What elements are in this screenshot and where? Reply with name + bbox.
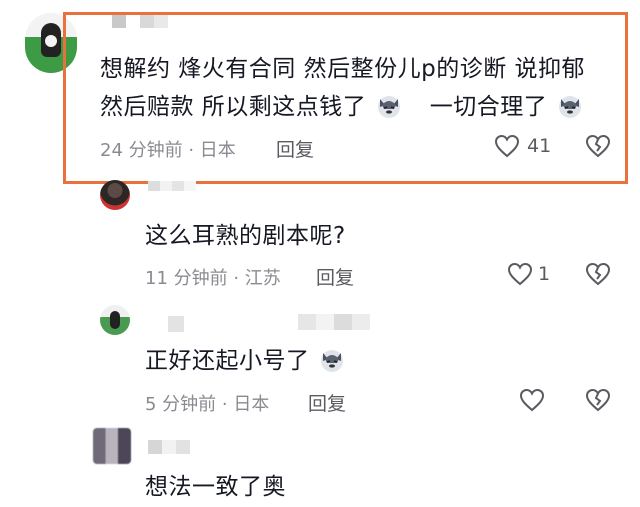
like-count: 41 [527, 135, 552, 157]
reply-button[interactable]: 回复 [276, 135, 314, 162]
comment-text-line-2: 然后赔款 所以剩这点钱了 一切合理了 [100, 92, 585, 122]
like-count: 1 [538, 263, 551, 285]
broken-heart-icon[interactable] [585, 134, 611, 158]
comment-timestamp: 5 分钟前 · 日本 [145, 394, 270, 415]
username-mosaic [148, 181, 196, 191]
avatar-dog-figure [110, 311, 120, 329]
comment-text: 正好还起小号了 [145, 348, 310, 374]
avatar[interactable] [100, 180, 130, 210]
comment-text-segment: 一切合理了 [429, 94, 548, 120]
avatar[interactable] [93, 428, 131, 464]
comment-text: 这么耳熟的剧本呢? [145, 223, 346, 249]
avatar[interactable] [100, 305, 130, 335]
comment-timestamp: 24 分钟前 · 日本 [100, 140, 236, 161]
comment-text-line: 正好还起小号了 [145, 346, 347, 376]
avatar-dog-face [45, 35, 57, 47]
comment-timestamp: 11 分钟前 · 江苏 [145, 268, 281, 289]
username-mosaic [298, 314, 370, 330]
comment-text: 想法一致了奥 [145, 474, 286, 500]
broken-heart-icon[interactable] [585, 388, 611, 412]
broken-heart-icon[interactable] [585, 262, 611, 286]
husky-emoji-icon [321, 350, 344, 372]
reply-button[interactable]: 回复 [308, 389, 346, 416]
comment-text-line-1: 想解约 烽火有合同 然后整份儿p的诊断 说抑郁 [100, 56, 586, 82]
heart-outline-icon[interactable] [519, 388, 545, 412]
husky-emoji-icon [559, 96, 582, 118]
username-mosaic [168, 316, 184, 332]
husky-emoji-icon [378, 96, 401, 118]
heart-outline-icon[interactable] [507, 262, 533, 286]
comment-text-segment: 然后赔款 所以剩这点钱了 [100, 94, 367, 120]
reply-button[interactable]: 回复 [316, 263, 354, 290]
username-mosaic [148, 440, 190, 454]
heart-outline-icon[interactable] [494, 134, 520, 158]
